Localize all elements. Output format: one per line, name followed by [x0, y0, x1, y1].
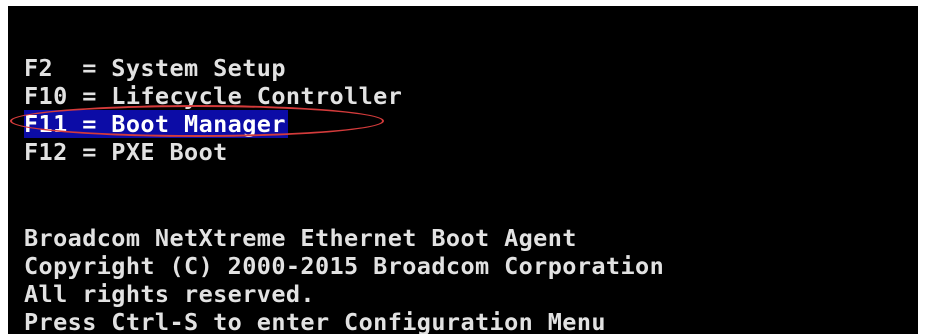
nic-banner-rights: All rights reserved.: [24, 280, 315, 308]
bios-post-screen: F2 = System Setup F10 = Lifecycle Contro…: [8, 6, 918, 334]
nic-config-prompt: Press Ctrl-S to enter Configuration Menu: [24, 308, 606, 334]
annotation-ring: [10, 105, 384, 137]
boot-option-system-setup[interactable]: F2 = System Setup: [24, 54, 286, 82]
boot-option-pxe-boot[interactable]: F12 = PXE Boot: [24, 138, 228, 166]
nic-banner-title: Broadcom NetXtreme Ethernet Boot Agent: [24, 224, 577, 252]
nic-banner-copyright: Copyright (C) 2000-2015 Broadcom Corpora…: [24, 252, 665, 280]
